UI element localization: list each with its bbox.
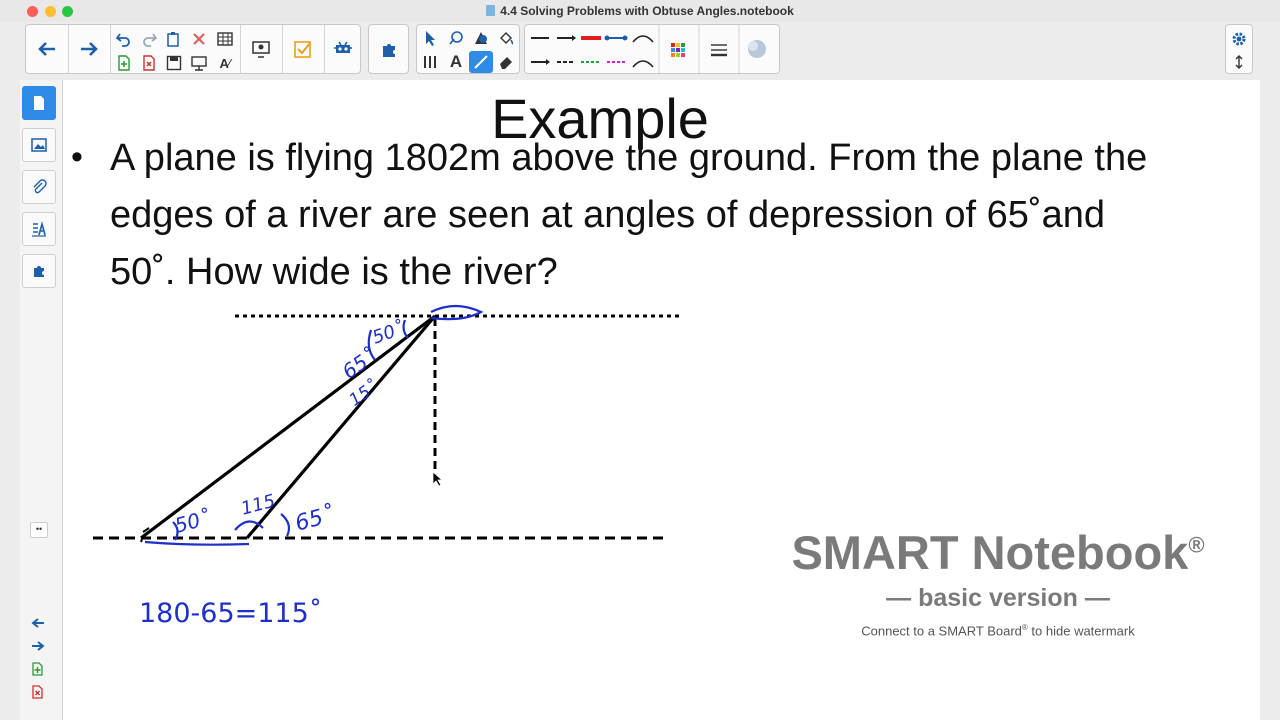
undo-icon[interactable]: [112, 28, 136, 50]
puzzle-icon: [34, 266, 44, 277]
text-tool-icon[interactable]: A: [444, 51, 468, 73]
next-page-icon[interactable]: [28, 637, 48, 655]
mouse-cursor-icon: [432, 471, 444, 487]
angle-label-115: 115: [239, 491, 278, 520]
delete-page-icon[interactable]: [137, 52, 161, 74]
attachments-tab[interactable]: [22, 170, 56, 204]
document-icon: [486, 5, 496, 16]
addons-tab[interactable]: [22, 254, 56, 288]
lab-icon[interactable]: [326, 33, 360, 65]
angle-label-bottom-65: 65˚: [293, 502, 337, 536]
gear-icon[interactable]: [1228, 28, 1250, 50]
river-diagram[interactable]: 50˚ 65˚ 15˚ 50˚ 115 65˚ 180-65=115˚: [63, 300, 763, 700]
forward-arrow-icon[interactable]: [72, 31, 106, 67]
gallery-icon: [31, 138, 47, 152]
paste-icon[interactable]: [162, 28, 186, 50]
sight-line-far: [140, 314, 436, 540]
watermark-subtitle: — basic version —: [886, 584, 1110, 612]
select-arrow-icon[interactable]: [419, 27, 443, 49]
fill-icon[interactable]: [494, 27, 518, 49]
toolbar: A ⁄ A: [0, 22, 1280, 80]
watermark-title-text: SMART Notebook: [791, 526, 1189, 579]
pens-icon[interactable]: [419, 51, 443, 73]
watermark-note-suffix: to hide watermark: [1027, 623, 1135, 639]
addons-group: [368, 24, 409, 74]
add-page-icon[interactable]: [112, 52, 136, 74]
watermark-note: Connect to a SMART Board® to hide waterm…: [763, 623, 1233, 638]
back-arrow-icon[interactable]: [30, 31, 64, 67]
text-recognition-icon[interactable]: A ⁄: [213, 52, 237, 74]
screen-shade-icon[interactable]: [187, 52, 211, 74]
title-bar: 4.4 Solving Problems with Obtuse Angles.…: [0, 0, 1280, 22]
eraser-icon[interactable]: [494, 51, 518, 73]
activity-builder-icon[interactable]: [286, 33, 320, 65]
redo-icon[interactable]: [137, 28, 161, 50]
angle-label-top-65: 65˚: [338, 344, 381, 384]
add-page-sidebar-icon[interactable]: [28, 660, 48, 678]
angle-arc-bottom-65: [280, 513, 291, 537]
settings-group: [1225, 24, 1253, 74]
window-title-text: 4.4 Solving Problems with Obtuse Angles.…: [500, 4, 794, 18]
equation-annotation: 180-65=115˚: [139, 598, 322, 629]
right-margin: [1260, 80, 1280, 720]
page-icon: [34, 96, 44, 110]
bullet-point: •: [71, 138, 83, 176]
page-sorter-tab[interactable]: [22, 86, 56, 120]
problem-text: A plane is flying 1802m above the ground…: [110, 137, 1148, 293]
line-style-swatches[interactable]: [525, 25, 781, 75]
previous-page-icon[interactable]: [28, 614, 48, 632]
puzzle-icon[interactable]: [372, 33, 406, 65]
toolbar-main-group: A ⁄: [25, 24, 361, 74]
river-width-underline: [144, 540, 250, 546]
document-camera-icon[interactable]: [244, 33, 278, 65]
angle-label-top-50: 50˚: [370, 318, 407, 349]
window-title: 4.4 Solving Problems with Obtuse Angles.…: [0, 4, 1280, 18]
properties-tab[interactable]: [22, 212, 56, 246]
toolbar-position-icon[interactable]: [1228, 52, 1250, 72]
collapse-sidebar-handle[interactable]: ••: [30, 522, 48, 538]
notebook-page[interactable]: Example • A plane is flying 1802m above …: [63, 80, 1260, 720]
shapes-icon[interactable]: [469, 27, 493, 49]
delete-icon[interactable]: [187, 28, 211, 50]
watermark-title: SMART Notebook®: [763, 525, 1233, 580]
delete-page-sidebar-icon[interactable]: [28, 683, 48, 701]
lines-tool-icon[interactable]: [469, 51, 493, 73]
save-icon[interactable]: [162, 52, 186, 74]
gallery-tab[interactable]: [22, 128, 56, 162]
paperclip-icon: [33, 179, 47, 194]
tools-group: A: [416, 24, 520, 74]
properties-icon: [32, 221, 46, 237]
watermark-note-text: Connect to a SMART Board: [861, 623, 1022, 639]
shape-recognition-icon[interactable]: [444, 27, 468, 49]
line-styles-group: [524, 24, 780, 74]
sidebar: ••: [20, 80, 63, 720]
table-icon[interactable]: [213, 28, 237, 50]
watermark-registered-mark: ®: [1188, 532, 1205, 558]
